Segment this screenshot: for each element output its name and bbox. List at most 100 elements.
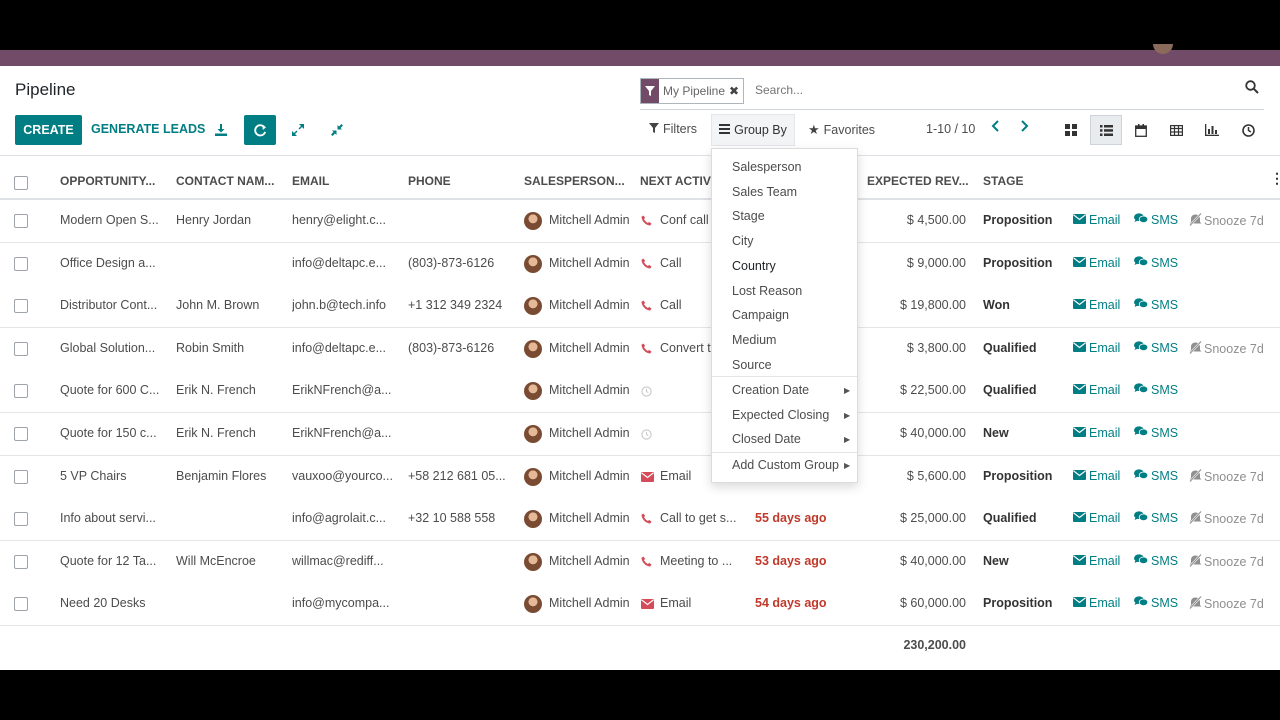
row-checkbox[interactable] [14, 299, 28, 314]
snooze-action[interactable]: Snooze 7d [1189, 468, 1264, 485]
snooze-action[interactable]: Snooze 7d [1189, 340, 1264, 357]
group-by-date-option[interactable]: Expected Closing [732, 408, 829, 422]
row-checkbox[interactable] [14, 597, 28, 612]
download-icon[interactable] [205, 115, 237, 145]
col-contact-name[interactable]: CONTACT NAM... [176, 174, 274, 188]
calendar-view-icon[interactable] [1125, 115, 1157, 145]
group-by-option[interactable]: Stage [732, 209, 765, 223]
group-by-option[interactable]: Source [732, 358, 772, 372]
refresh-icon[interactable] [244, 115, 276, 145]
phone-icon[interactable] [641, 513, 652, 527]
phone-icon[interactable] [641, 300, 652, 314]
snooze-action[interactable]: Snooze 7d [1189, 553, 1264, 570]
row-checkbox[interactable] [14, 469, 28, 484]
activity-view-icon[interactable] [1232, 115, 1264, 145]
sms-action[interactable]: SMS [1134, 511, 1178, 525]
table-row[interactable]: Global Solution... Robin Smith info@deltap… [0, 327, 1280, 371]
table-row[interactable]: Quote for 12 Ta... Will McEncroe willmac@r… [0, 540, 1280, 584]
search-facet[interactable]: My Pipeline ✖ [640, 78, 745, 104]
email-action[interactable]: Email [1073, 426, 1120, 440]
group-by-option[interactable]: Campaign [732, 308, 789, 322]
email-action[interactable]: Email [1073, 298, 1120, 312]
email-action[interactable]: Email [1073, 341, 1120, 355]
compress-icon[interactable] [321, 115, 353, 145]
row-checkbox[interactable] [14, 554, 28, 569]
table-row[interactable]: Need 20 Desks info@mycompa... Mitchell Adm… [0, 583, 1280, 627]
phone-icon[interactable] [641, 215, 652, 229]
email-action[interactable]: Email [1073, 596, 1120, 610]
row-checkbox[interactable] [14, 256, 28, 271]
sms-action[interactable]: SMS [1134, 341, 1178, 355]
table-row[interactable]: Modern Open S... Henry Jordan henry@elight… [0, 200, 1280, 243]
snooze-action[interactable]: Snooze 7d [1189, 212, 1264, 229]
pivot-view-icon[interactable] [1160, 115, 1192, 145]
group-by-option[interactable]: Country [732, 259, 776, 273]
group-by-option[interactable]: Lost Reason [732, 284, 802, 298]
pager-value[interactable]: 1-10 / 10 [926, 122, 975, 136]
snooze-action[interactable]: Snooze 7d [1189, 596, 1264, 612]
clock-icon[interactable] [641, 429, 652, 443]
col-email[interactable]: EMAIL [292, 174, 329, 188]
table-row[interactable]: Quote for 150 c... Erik N. French ErikNFre… [0, 413, 1280, 456]
table-row[interactable]: 5 VP Chairs Benjamin Flores vauxoo@yourco.… [0, 455, 1280, 499]
col-opportunity[interactable]: OPPORTUNITY... [60, 174, 155, 188]
table-row[interactable]: Distributor Cont... John M. Brown john.b@t… [0, 285, 1280, 329]
sms-action[interactable]: SMS [1134, 383, 1178, 397]
expand-icon[interactable] [282, 115, 314, 145]
favorites-button[interactable]: ★ Favorites [808, 122, 875, 138]
pager-next-icon[interactable] [1020, 119, 1030, 136]
create-button[interactable]: CREATE [15, 115, 82, 145]
list-view-icon[interactable] [1090, 115, 1122, 145]
snooze-action[interactable]: Snooze 7d [1189, 510, 1264, 527]
select-all-checkbox[interactable] [14, 176, 28, 190]
row-checkbox[interactable] [14, 427, 28, 441]
row-checkbox[interactable] [14, 341, 28, 356]
col-next-activity[interactable]: NEXT ACTIV [640, 174, 711, 188]
pager-previous-icon[interactable] [990, 119, 1000, 136]
filters-button[interactable]: Filters [649, 122, 697, 136]
group-by-button[interactable]: Group By [711, 114, 795, 146]
search-icon[interactable] [1245, 80, 1259, 98]
sms-action[interactable]: SMS [1134, 596, 1178, 610]
remove-facet-icon[interactable]: ✖ [729, 84, 743, 98]
group-by-option[interactable]: Salesperson [732, 160, 802, 174]
optional-columns-icon[interactable]: ⋮ [1270, 170, 1280, 187]
search-input[interactable] [755, 83, 1215, 97]
group-by-option[interactable]: City [732, 234, 754, 248]
sms-action[interactable]: SMS [1134, 256, 1178, 270]
sms-action[interactable]: SMS [1134, 298, 1178, 312]
row-checkbox[interactable] [14, 214, 28, 228]
email-action[interactable]: Email [1073, 213, 1120, 227]
envelope-icon[interactable] [641, 471, 654, 485]
email-action[interactable]: Email [1073, 469, 1120, 483]
group-by-date-option[interactable]: Closed Date [732, 432, 801, 446]
col-salesperson[interactable]: SALESPERSON... [524, 174, 625, 188]
generate-leads-button[interactable]: GENERATE LEADS [91, 122, 205, 136]
col-expected-revenue[interactable]: EXPECTED REV... [867, 174, 969, 188]
sms-action[interactable]: SMS [1134, 469, 1178, 483]
group-by-date-option[interactable]: Creation Date [732, 383, 809, 397]
group-by-option[interactable]: Sales Team [732, 185, 797, 199]
envelope-icon[interactable] [641, 598, 654, 612]
col-phone[interactable]: PHONE [408, 174, 451, 188]
col-stage[interactable]: STAGE [983, 174, 1023, 188]
email-action[interactable]: Email [1073, 511, 1120, 525]
table-row[interactable]: Office Design a... info@deltapc.e... (803)… [0, 242, 1280, 286]
phone-icon[interactable] [641, 556, 652, 570]
add-custom-group[interactable]: Add Custom Group [732, 458, 839, 472]
email-action[interactable]: Email [1073, 256, 1120, 270]
table-row[interactable]: Quote for 600 C... Erik N. French ErikNFre… [0, 370, 1280, 414]
row-checkbox[interactable] [14, 384, 28, 399]
row-checkbox[interactable] [14, 512, 28, 527]
phone-icon[interactable] [641, 343, 652, 357]
sms-action[interactable]: SMS [1134, 213, 1178, 227]
phone-icon[interactable] [641, 258, 652, 272]
clock-icon[interactable] [641, 386, 652, 400]
group-by-option[interactable]: Medium [732, 333, 776, 347]
email-action[interactable]: Email [1073, 554, 1120, 568]
sms-action[interactable]: SMS [1134, 554, 1178, 568]
sms-action[interactable]: SMS [1134, 426, 1178, 440]
graph-view-icon[interactable] [1196, 115, 1228, 145]
table-row[interactable]: Info about servi... info@agrolait.c... +32… [0, 498, 1280, 542]
kanban-view-icon[interactable] [1055, 115, 1087, 145]
